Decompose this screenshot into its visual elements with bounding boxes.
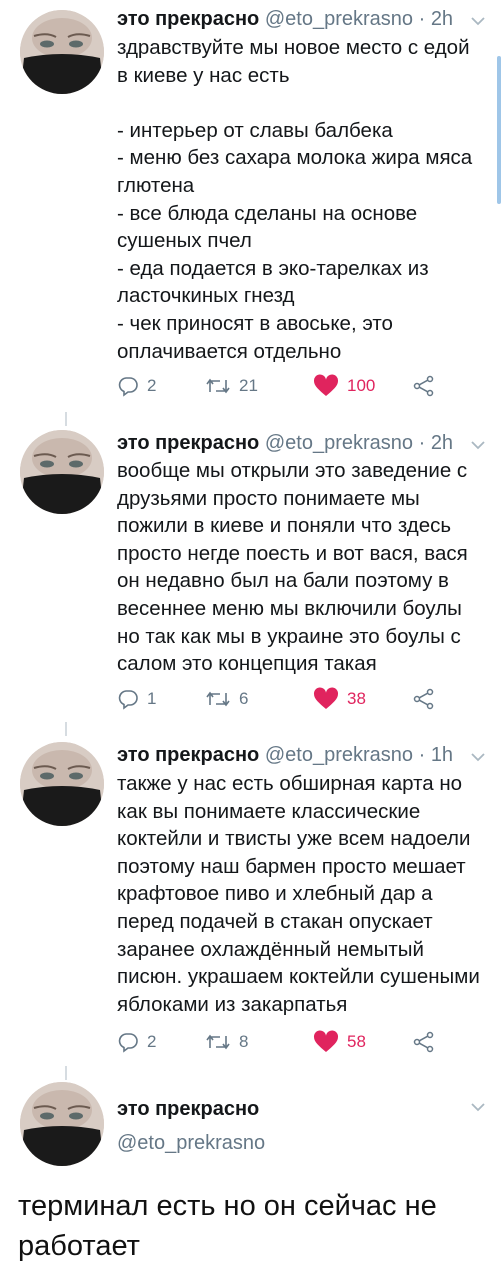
reply-button[interactable]: 2 (117, 1028, 156, 1056)
retweet-icon (206, 1034, 230, 1050)
share-icon (413, 375, 434, 397)
thread-line (65, 412, 67, 426)
like-count: 58 (347, 1032, 366, 1051)
separator-dot: · (418, 432, 426, 454)
author-name[interactable]: это прекрасно (117, 8, 259, 30)
retweet-icon (206, 691, 230, 707)
chevron-down-icon[interactable] (469, 12, 487, 30)
share-button[interactable] (413, 372, 435, 400)
tweet-header: это прекрасно @eto_prekrasno · 2h (117, 430, 453, 456)
author-name[interactable]: это прекрасно (117, 432, 259, 454)
share-icon (413, 688, 434, 710)
scrollbar[interactable] (497, 56, 501, 204)
tweet-text: здравствуйте мы новое место с едой в кие… (117, 36, 473, 363)
tweet-actions: 1 6 38 (117, 685, 447, 713)
avatar[interactable] (20, 10, 104, 94)
retweet-count: 21 (239, 376, 258, 395)
tweet-actions: 2 21 100 (117, 372, 447, 400)
tweet-text: также у нас есть обширная карта но как в… (117, 772, 480, 1016)
reply-count: 1 (147, 689, 157, 708)
share-button[interactable] (413, 685, 435, 713)
like-button[interactable]: 100 (313, 372, 375, 400)
reply-button[interactable]: 2 (117, 372, 156, 400)
avatar[interactable] (20, 742, 104, 826)
reply-icon (118, 690, 138, 710)
author-handle[interactable]: @eto_prekrasno (265, 432, 413, 454)
author-name[interactable]: это прекрасно (117, 744, 259, 766)
reply-count: 2 (147, 1032, 157, 1051)
tweet-header: это прекрасно @eto_prekrasno · 2h (117, 6, 453, 32)
author-handle[interactable]: @eto_prekrasno (265, 8, 413, 30)
retweet-count: 6 (239, 689, 249, 708)
retweet-button[interactable]: 6 (205, 685, 248, 713)
author-name[interactable]: это прекрасно (117, 1098, 259, 1121)
tweet-actions: 2 8 58 (117, 1028, 447, 1056)
retweet-icon (206, 378, 230, 394)
tweet-time[interactable]: 2h (431, 8, 453, 30)
like-button[interactable]: 58 (313, 1028, 366, 1056)
reply-button[interactable]: 1 (117, 685, 156, 713)
tweet-time[interactable]: 2h (431, 432, 453, 454)
heart-icon (313, 1030, 339, 1052)
thread-line (65, 1066, 67, 1080)
author-handle[interactable]: @eto_prekrasno (117, 1132, 265, 1155)
like-count: 38 (347, 689, 366, 708)
reply-icon (118, 377, 138, 397)
share-icon (413, 1031, 434, 1053)
retweet-count: 8 (239, 1032, 249, 1051)
heart-icon (313, 687, 339, 709)
chevron-down-icon[interactable] (469, 1098, 487, 1116)
retweet-button[interactable]: 21 (205, 372, 258, 400)
like-count: 100 (347, 376, 376, 395)
author-handle[interactable]: @eto_prekrasno (265, 744, 413, 766)
avatar[interactable] (20, 1082, 104, 1166)
heart-icon (313, 374, 339, 396)
reply-count: 2 (147, 376, 157, 395)
share-button[interactable] (413, 1028, 435, 1056)
separator-dot: · (418, 744, 426, 766)
tweet-header: это прекрасно @eto_prekrasno · 1h (117, 742, 453, 768)
thread-line (65, 722, 67, 736)
chevron-down-icon[interactable] (469, 436, 487, 454)
retweet-button[interactable]: 8 (205, 1028, 248, 1056)
tweet-text: терминал есть но он сейчас не работает (18, 1190, 437, 1262)
reply-icon (118, 1033, 138, 1053)
chevron-down-icon[interactable] (469, 748, 487, 766)
tweet-text: вообще мы открыли это заведение с друзья… (117, 459, 468, 676)
tweet-time[interactable]: 1h (431, 744, 453, 766)
separator-dot: · (418, 8, 426, 30)
avatar[interactable] (20, 430, 104, 514)
like-button[interactable]: 38 (313, 685, 366, 713)
